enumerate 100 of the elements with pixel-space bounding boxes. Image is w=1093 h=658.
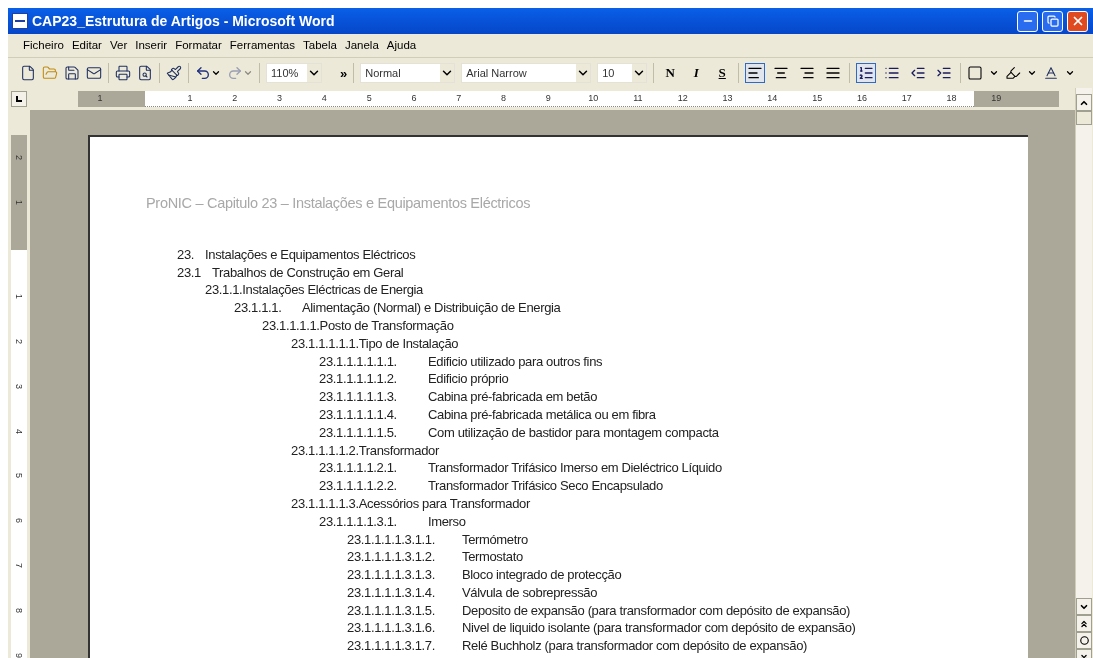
- caret-icon[interactable]: [1065, 68, 1076, 78]
- outline-number: 23.: [177, 245, 196, 264]
- ruler-number: 17: [900, 91, 913, 105]
- window-title: CAP23_Estrutura de Artigos - Microsoft Word: [32, 11, 336, 31]
- ruler-number: 5: [13, 473, 26, 479]
- outline-number: 23.1.1.1.1.3.1.6.: [347, 619, 436, 638]
- outline-heading: Bloco integrado de protecção: [462, 566, 622, 584]
- ruler-number: 2: [13, 154, 26, 160]
- menu-item[interactable]: Inserir: [132, 36, 171, 55]
- menu-item[interactable]: Formatar: [172, 36, 225, 55]
- zoom-dropdown[interactable]: 110%: [266, 63, 322, 83]
- bold-button[interactable]: N: [660, 63, 681, 83]
- outline-number: 23.1.1.1.1.1.: [291, 334, 359, 353]
- previous-page-button[interactable]: [1076, 615, 1092, 632]
- menu-item[interactable]: Ficheiro: [20, 36, 67, 55]
- menu-item[interactable]: Janela: [341, 36, 382, 55]
- ruler-number: 18: [945, 91, 958, 105]
- ruler-number: 8: [500, 91, 508, 105]
- outline-number: 23.1.1.1.1.2.: [291, 441, 359, 460]
- redo-icon: [227, 65, 243, 81]
- word-app-icon: [12, 13, 28, 29]
- circle-icon: [1079, 636, 1089, 645]
- scroll-thumb[interactable]: [1076, 111, 1092, 125]
- mail-icon[interactable]: [86, 65, 102, 81]
- font-color-icon[interactable]: [1043, 65, 1060, 81]
- save-icon[interactable]: [64, 65, 80, 81]
- outline-number: 23.1.1.1.1.1.3.: [319, 388, 398, 406]
- menu-item[interactable]: Ver: [106, 36, 131, 55]
- undo-icon: [195, 65, 211, 81]
- menu-item[interactable]: Tabela: [300, 36, 340, 55]
- outline-heading: Relé Buchholz (para transformador com depósito de expansão): [462, 637, 807, 656]
- ruler-number: 1: [96, 92, 104, 106]
- outline-heading: Posto de Transformação: [319, 316, 454, 335]
- ruler-number: 9: [13, 652, 26, 658]
- outline-heading: Cabina pré-fabricada em betão: [428, 388, 598, 406]
- outline-heading: Nivel de liquido isolante (para transformador com depósito de expansão): [462, 619, 856, 638]
- close-button[interactable]: [1067, 10, 1088, 32]
- page-header: ProNIC – Capitulo 23 – Instalações e Equipamentos Eléctricos: [146, 194, 531, 213]
- dropdown-caret-icon[interactable]: [576, 64, 591, 82]
- ruler-number: 13: [721, 91, 734, 105]
- outline-number: 23.1.1.1.1.1.1.: [319, 352, 398, 371]
- ruler-number: 12: [676, 91, 689, 105]
- numbered-list-icon[interactable]: [856, 63, 877, 83]
- ruler-number: 11: [632, 91, 644, 105]
- outline-heading: Termostato: [462, 548, 523, 567]
- ruler-number: 1: [13, 199, 26, 205]
- ruler-number: 7: [455, 91, 463, 105]
- toolbar-overflow-button[interactable]: »: [340, 66, 348, 80]
- outline-heading: Instalações Eléctricas de Energia: [242, 281, 423, 300]
- undo-button[interactable]: [195, 65, 221, 81]
- dropdown-caret-icon[interactable]: [307, 64, 321, 82]
- outline-heading: Instalações e Equipamentos Eléctricos: [205, 245, 416, 264]
- outline-number: 23.1.1.1.1.3.1.2.: [347, 548, 436, 567]
- dropdown-caret-icon[interactable]: [632, 64, 647, 82]
- caret-icon: [211, 68, 221, 78]
- ruler-number: 19: [990, 92, 1003, 106]
- ruler-number: 2: [231, 91, 239, 105]
- underline-button[interactable]: S: [712, 63, 733, 83]
- scroll-down-button[interactable]: [1076, 598, 1092, 615]
- menu-item[interactable]: Editar: [68, 36, 105, 55]
- outline-number: 23.1.1.1.1.3.1.5.: [347, 601, 436, 620]
- tab-selector-button[interactable]: [11, 91, 27, 107]
- scroll-up-button[interactable]: [1076, 94, 1092, 111]
- caret-icon[interactable]: [1027, 68, 1038, 78]
- borders-icon[interactable]: [967, 65, 984, 81]
- new-document-icon[interactable]: [20, 65, 36, 81]
- restore-button[interactable]: [1042, 10, 1063, 32]
- outline-number: 23.1.1.1.1.: [262, 316, 320, 335]
- italic-button[interactable]: I: [686, 63, 707, 83]
- print-preview-icon[interactable]: [137, 65, 153, 81]
- outline-heading: Alimentação (Normal) e Distribuição de Energia: [302, 299, 561, 317]
- menu-item[interactable]: Ferramentas: [226, 36, 298, 55]
- font-dropdown[interactable]: Arial Narrow: [461, 63, 592, 83]
- ruler-number: 15: [811, 91, 824, 105]
- outline-heading: Com utilização de bastidor para montagem compacta: [428, 423, 719, 442]
- caret-icon[interactable]: [989, 68, 1000, 78]
- ruler-number: 6: [13, 518, 26, 524]
- paintbrush-icon[interactable]: [166, 65, 182, 81]
- print-icon[interactable]: [115, 65, 131, 81]
- outline-heading: Trabalhos de Construção em Geral: [212, 263, 404, 282]
- outline-heading: Termómetro: [462, 530, 528, 549]
- ruler-number: 5: [365, 91, 373, 105]
- outline-heading: Tipo de Instalação: [358, 334, 459, 353]
- align-left-icon[interactable]: [745, 63, 766, 83]
- browse-object-button[interactable]: [1076, 632, 1092, 649]
- font-size-dropdown[interactable]: 10: [597, 63, 648, 83]
- ruler-number: 1: [13, 294, 26, 300]
- style-dropdown[interactable]: Normal: [360, 63, 456, 83]
- ruler-number: 9: [544, 91, 552, 105]
- outline-heading: Deposito de expansão (para transformador com depósito de expansão): [462, 601, 851, 620]
- menu-item[interactable]: Ajuda: [383, 36, 420, 55]
- dropdown-caret-icon[interactable]: [440, 64, 455, 82]
- outline-number: 23.1.1.: [205, 281, 243, 300]
- ruler-number: 7: [13, 562, 26, 568]
- outline-number: 23.1.1.1.1.2.2.: [319, 477, 398, 495]
- ruler-number: 10: [587, 91, 600, 105]
- minimize-button[interactable]: [1017, 10, 1038, 32]
- outline-number: 23.1: [177, 263, 202, 282]
- outline-heading: Válvula de sobrepressão: [462, 583, 598, 602]
- highlighter-icon[interactable]: [1005, 65, 1022, 81]
